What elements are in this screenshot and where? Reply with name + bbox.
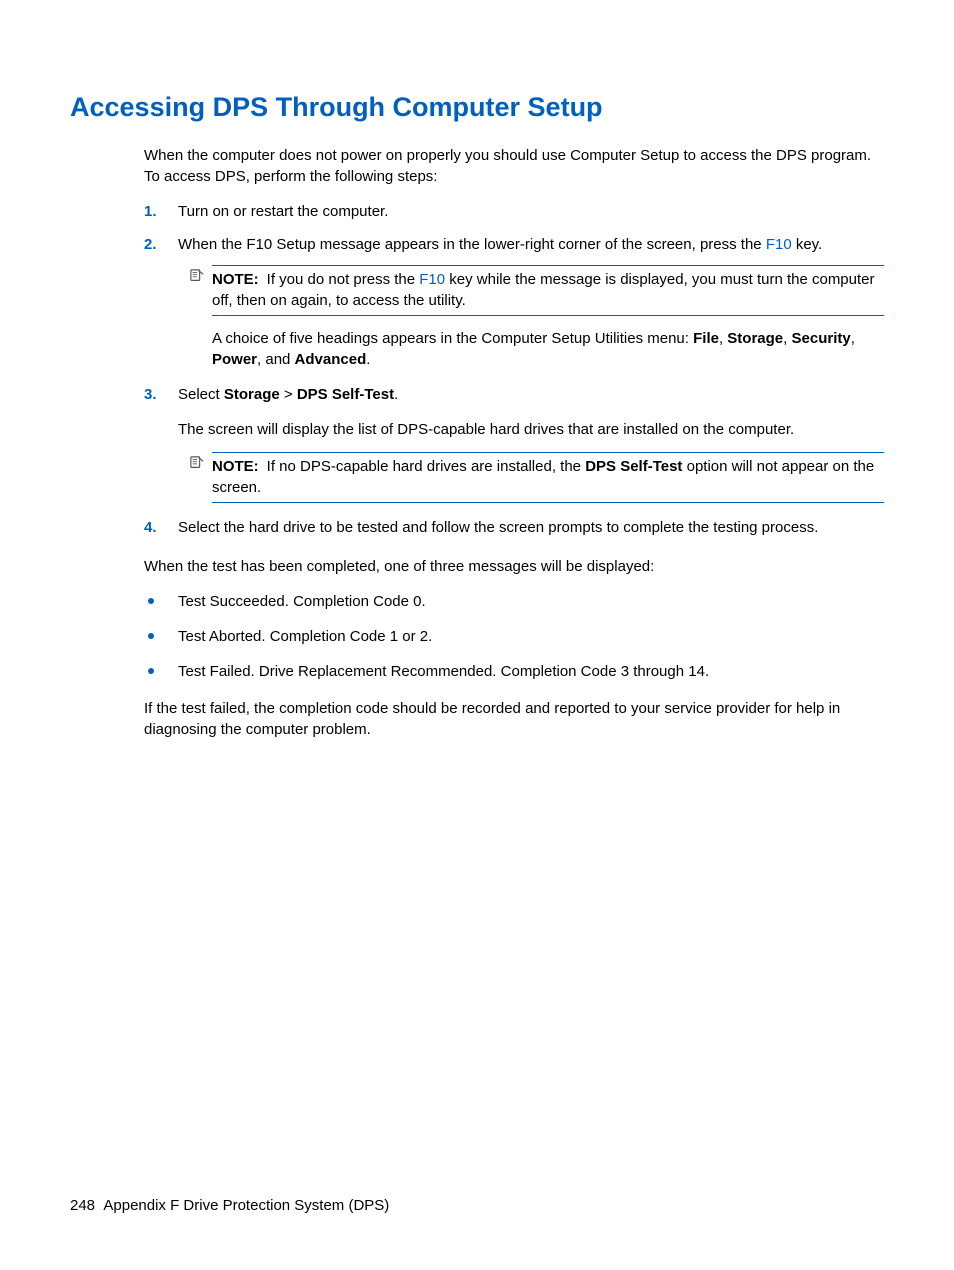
note-text: If you do not press the F10 key while th…	[212, 271, 875, 309]
step-text: Turn on or restart the computer.	[178, 203, 388, 220]
page-footer: 248 Appendix F Drive Protection System (…	[70, 1197, 389, 1214]
step-text: Select Storage > DPS Self-Test.	[178, 386, 398, 403]
intro-paragraph: When the computer does not power on prop…	[144, 145, 884, 187]
key-f10: F10	[419, 271, 445, 288]
step-3-after: The screen will display the list of DPS-…	[178, 419, 884, 440]
page-title: Accessing DPS Through Computer Setup	[70, 92, 884, 123]
steps-list: 1. Turn on or restart the computer. 2. W…	[144, 201, 884, 538]
step-number: 1.	[144, 201, 157, 222]
result-item: Test Succeeded. Completion Code 0.	[144, 591, 884, 612]
result-item: Test Failed. Drive Replacement Recommend…	[144, 661, 884, 682]
step-number: 3.	[144, 384, 157, 405]
note-label: NOTE:	[212, 271, 259, 288]
note-icon	[190, 455, 204, 476]
step-text: Select the hard drive to be tested and f…	[178, 519, 818, 536]
note-box: NOTE:If no DPS-capable hard drives are i…	[194, 452, 884, 503]
menu-headings-text: A choice of five headings appears in the…	[212, 328, 884, 370]
step-number: 2.	[144, 234, 157, 255]
results-list: Test Succeeded. Completion Code 0. Test …	[144, 591, 884, 682]
page-number: 248	[70, 1197, 95, 1214]
step-number: 4.	[144, 517, 157, 538]
note-box: NOTE:If you do not press the F10 key whi…	[194, 265, 884, 370]
note-icon	[190, 268, 204, 289]
step-3: 3. Select Storage > DPS Self-Test. The s…	[144, 384, 884, 503]
step-4: 4. Select the hard drive to be tested an…	[144, 517, 884, 538]
footer-section: Appendix F Drive Protection System (DPS)	[103, 1197, 389, 1214]
result-item: Test Aborted. Completion Code 1 or 2.	[144, 626, 884, 647]
step-2: 2. When the F10 Setup message appears in…	[144, 234, 884, 370]
step-text: When the F10 Setup message appears in th…	[178, 236, 822, 253]
key-f10: F10	[766, 236, 792, 253]
note-text: If no DPS-capable hard drives are instal…	[212, 458, 874, 496]
note-label: NOTE:	[212, 458, 259, 475]
post-steps-paragraph: When the test has been completed, one of…	[144, 556, 884, 577]
closing-paragraph: If the test failed, the completion code …	[144, 698, 884, 740]
step-1: 1. Turn on or restart the computer.	[144, 201, 884, 222]
